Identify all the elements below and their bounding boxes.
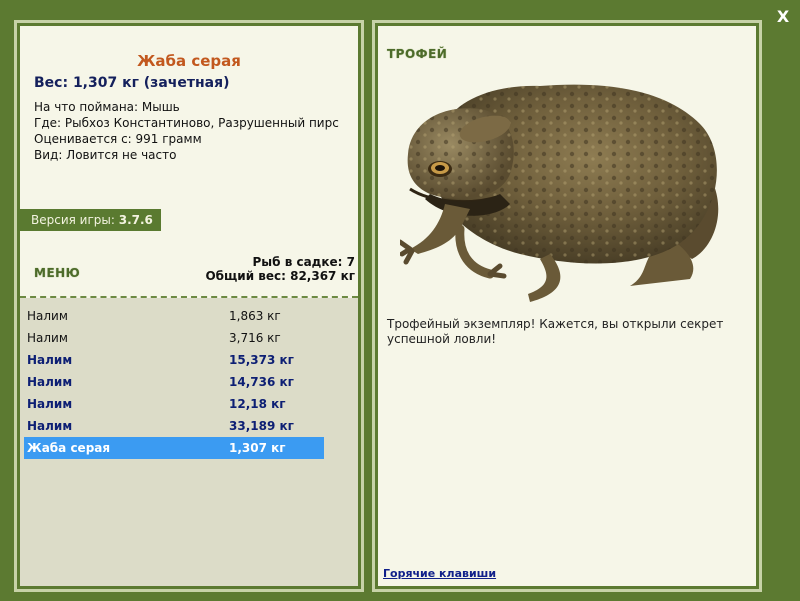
- catch-row-weight: 15,373 кг: [229, 353, 294, 367]
- catch-row[interactable]: Налим 33,189 кг: [24, 415, 324, 437]
- bait-line: На что поймана: Мышь: [34, 100, 180, 114]
- fish-details: На что поймана: Мышь Где: Рыбхоз Констан…: [34, 99, 354, 163]
- toad-image: [400, 84, 719, 302]
- menu-button[interactable]: МЕНЮ: [34, 266, 80, 280]
- catch-row-weight: 33,189 кг: [229, 419, 294, 433]
- catch-row[interactable]: Налим 12,18 кг: [24, 393, 324, 415]
- fish-info-inner: Жаба серая Вес: 1,307 кг (зачетная) На ч…: [17, 26, 358, 586]
- catch-row[interactable]: Налим 3,716 кг: [24, 327, 324, 349]
- catch-row-name: Налим: [27, 331, 68, 345]
- fish-title: Жаба серая: [137, 52, 241, 70]
- trophy-inner: ТРОФЕЙ Трофейный экземпляр! Кажется, вы …: [378, 26, 756, 586]
- catch-row-weight: 1,863 кг: [229, 309, 281, 323]
- close-button[interactable]: X: [772, 6, 794, 28]
- catch-row[interactable]: Налим 15,373 кг: [24, 349, 324, 371]
- trophy-panel: ТРОФЕЙ Трофейный экземпляр! Кажется, вы …: [372, 20, 762, 592]
- catch-row-weight: 14,736 кг: [229, 375, 294, 389]
- place-line: Где: Рыбхоз Константиново, Разрушенный п…: [34, 116, 339, 130]
- catch-row-name: Налим: [27, 375, 73, 389]
- fish-weight: Вес: 1,307 кг (зачетная): [34, 75, 230, 91]
- trophy-description: Трофейный экземпляр! Кажется, вы открыли…: [387, 317, 724, 346]
- catch-row-name: Налим: [27, 397, 73, 411]
- catch-row[interactable]: Жаба серая 1,307 кг: [24, 437, 324, 459]
- fish-info-panel: Жаба серая Вес: 1,307 кг (зачетная) На ч…: [14, 20, 364, 592]
- total-weight: Общий вес: 82,367 кг: [205, 269, 355, 283]
- catch-row-name: Налим: [27, 353, 73, 367]
- catch-row-name: Налим: [27, 309, 68, 323]
- value-line: Оценивается с: 991 грамм: [34, 132, 202, 146]
- catch-list[interactable]: Налим 1,863 кг Налим 3,716 кг Налим 15,373 кг…: [20, 298, 358, 586]
- version-badge: Версия игры: 3.7.6: [17, 209, 161, 231]
- catch-row-name: Налим: [27, 419, 73, 433]
- hotkeys-link[interactable]: Горячие клавиши: [383, 567, 496, 580]
- catch-row-name: Жаба серая: [27, 441, 111, 455]
- fish-count: Рыб в садке: 7: [252, 255, 356, 269]
- version-label: Версия игры:: [31, 213, 115, 227]
- keepnet-stats: Рыб в садке: 7 Общий вес: 82,367 кг: [205, 255, 355, 283]
- catch-row[interactable]: Налим 1,863 кг: [24, 305, 324, 327]
- catch-row-weight: 1,307 кг: [229, 441, 286, 455]
- catch-row-weight: 3,716 кг: [229, 331, 281, 345]
- catch-row[interactable]: Налим 14,736 кг: [24, 371, 324, 393]
- catch-row-weight: 12,18 кг: [229, 397, 286, 411]
- version-value: 3.7.6: [118, 213, 153, 227]
- kind-line: Вид: Ловится не часто: [34, 148, 177, 162]
